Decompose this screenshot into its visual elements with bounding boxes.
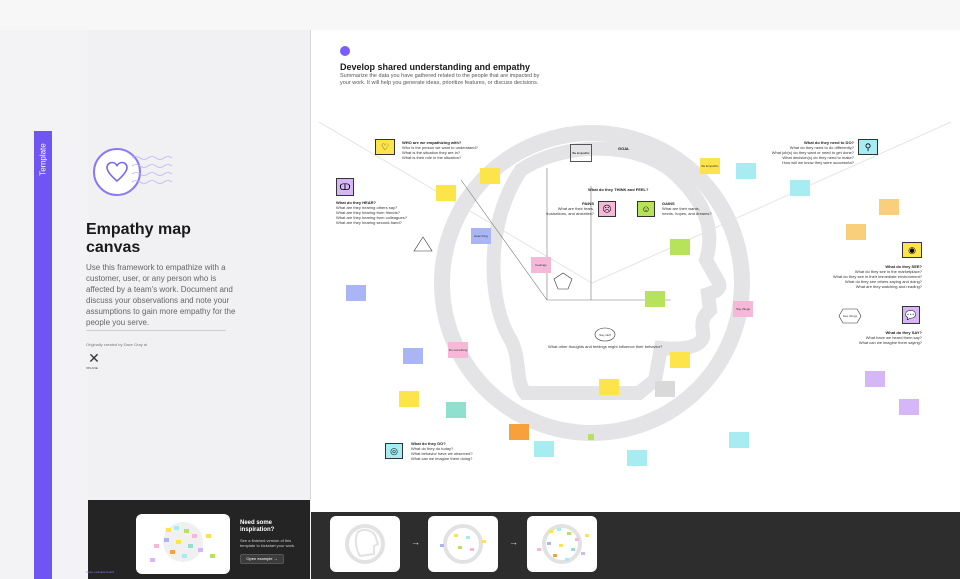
canvas-description: Summarize the data you have gathered rel… xyxy=(340,73,540,86)
triangle-shape[interactable] xyxy=(413,236,433,252)
speech-bubble-shape-text: Say stuff xyxy=(599,333,611,337)
do-section: What do they DO? What do they do today? … xyxy=(411,441,511,461)
check-circle-icon: ◎ xyxy=(385,443,403,459)
who-section: WHO are we empathizing with? Who is the … xyxy=(402,140,512,160)
template-tab-label: Template xyxy=(38,143,48,176)
example-board-preview xyxy=(150,522,215,562)
sticky-note[interactable] xyxy=(899,399,919,415)
sticky-note[interactable] xyxy=(879,199,899,215)
heart-icon xyxy=(106,161,128,183)
sticky-note-text: Say things xyxy=(735,307,750,311)
say-line: What can we imagine them saying? xyxy=(858,340,922,345)
sticky-note[interactable] xyxy=(846,224,866,240)
sticky-note[interactable] xyxy=(436,185,456,201)
sticky-note[interactable] xyxy=(480,168,500,184)
hear-line: What are they hearing second-hand? xyxy=(336,220,402,225)
template-title: Empathy map canvas xyxy=(86,221,286,257)
template-description: Use this framework to empathize with a c… xyxy=(86,263,236,327)
pentagon-shape[interactable] xyxy=(553,272,573,290)
sticky-note-text: Do something xyxy=(448,348,468,352)
sticky-note[interactable] xyxy=(599,379,619,395)
gains-section: GAINS What are their wants, needs, hopes… xyxy=(662,201,732,216)
step-1-thumbnail[interactable] xyxy=(330,516,400,572)
panel-divider xyxy=(86,330,226,331)
open-example-board-link[interactable]: Open example board xyxy=(86,570,114,574)
hexagon-shape-text: See things xyxy=(843,314,858,318)
sticky-note[interactable] xyxy=(446,402,466,418)
sticky-note[interactable] xyxy=(588,434,594,440)
sticky-note[interactable]: Hear thing xyxy=(471,228,491,244)
open-example-button[interactable]: Open example → xyxy=(240,554,284,564)
step-1-preview xyxy=(345,524,385,564)
pains-section: PAINS What are their fears, frustrations… xyxy=(536,201,594,216)
arrow-right-icon: → xyxy=(509,537,518,547)
goal-title: GOAL xyxy=(618,146,630,151)
step-2-thumbnail[interactable] xyxy=(428,516,498,572)
top-toolbar xyxy=(0,0,960,30)
sticky-note[interactable] xyxy=(403,348,423,364)
xplane-logo-text: XPLANE xyxy=(86,366,98,370)
ear-icon: ↀ xyxy=(336,178,354,196)
arrow-right-icon: → xyxy=(273,556,278,561)
sticky-note[interactable] xyxy=(670,239,690,255)
who-line: What is their role in the situation? xyxy=(402,155,462,160)
hexagon-shape[interactable]: See things xyxy=(838,308,862,324)
sticky-note[interactable]: Do something xyxy=(448,342,468,358)
step-3-thumbnail[interactable] xyxy=(527,516,597,572)
heart-outline-icon: ♡ xyxy=(375,139,395,155)
sticky-note[interactable] xyxy=(534,441,554,457)
do-line: What can we imagine them doing? xyxy=(411,456,473,461)
sticky-note[interactable] xyxy=(865,371,885,387)
inspiration-title: Need some inspiration? xyxy=(240,520,275,533)
sticky-note[interactable] xyxy=(399,391,419,407)
person-walking-icon: ⚲ xyxy=(858,139,878,155)
sticky-note[interactable] xyxy=(645,291,665,307)
step-3-preview xyxy=(537,524,589,564)
pains-line: frustrations, and anxieties? xyxy=(546,211,594,216)
gains-icon: ☺ xyxy=(637,201,655,217)
say-section: What do they SAY? What have we heard the… xyxy=(820,330,922,345)
think-feel-title: What do they THINK and FEEL? xyxy=(588,187,649,192)
see-line: What are they watching and reading? xyxy=(855,284,922,289)
step-2-preview xyxy=(440,524,486,564)
template-tab[interactable]: Template xyxy=(34,131,52,579)
see-section: What do they SEE? What do they see in th… xyxy=(800,264,922,289)
sticky-note[interactable]: Be Empathic xyxy=(700,158,720,174)
title-line-1: Empathy map xyxy=(86,221,191,238)
sticky-note-text: Feelings xyxy=(535,263,547,267)
sticky-note[interactable] xyxy=(509,424,529,440)
sticky-note[interactable] xyxy=(736,163,756,179)
need-to-do-section: What do they need to DO? What do they ne… xyxy=(732,140,854,165)
eye-icon: ◉ xyxy=(902,242,922,258)
process-steps-strip xyxy=(311,512,960,579)
sticky-note[interactable] xyxy=(790,180,810,196)
goal-sticky-text: Be Empathic xyxy=(572,151,590,155)
sticky-note[interactable]: Say things xyxy=(733,301,753,317)
hear-section: What do they HEAR? What are they hearing… xyxy=(336,200,436,225)
sticky-note[interactable]: Feelings xyxy=(531,257,551,273)
title-line-2: canvas xyxy=(86,239,141,256)
xplane-logo-icon: ✕ xyxy=(88,350,100,366)
speech-bubble-shape[interactable]: Say stuff xyxy=(594,327,616,343)
section-marker-dot xyxy=(340,46,350,56)
speech-bubble-icon: 💬 xyxy=(902,306,920,324)
inspiration-description: See a finished version of this template … xyxy=(240,538,296,548)
sticky-note[interactable] xyxy=(627,450,647,466)
sticky-note-text: Be Empathic xyxy=(701,164,719,168)
open-example-button-label: Open example xyxy=(246,556,273,561)
goal-sticky: Be Empathic xyxy=(570,144,592,162)
pains-icon: ☹ xyxy=(598,201,616,217)
wavy-lines-decoration xyxy=(131,156,173,184)
sticky-note[interactable] xyxy=(346,285,366,301)
canvas-heading: Develop shared understanding and empathy xyxy=(340,62,531,72)
sticky-note[interactable] xyxy=(670,352,690,368)
other-thoughts-title: What other thoughts and feelings might i… xyxy=(548,344,663,349)
credit-text: Originally created by Dave Gray at xyxy=(86,342,148,347)
arrow-right-icon: → xyxy=(411,537,420,547)
sticky-note[interactable] xyxy=(729,432,749,448)
gains-line: needs, hopes, and dreams? xyxy=(662,211,712,216)
sticky-note-text: Hear thing xyxy=(474,234,488,238)
example-board-thumbnail[interactable] xyxy=(136,514,230,574)
sticky-note[interactable] xyxy=(655,381,675,397)
